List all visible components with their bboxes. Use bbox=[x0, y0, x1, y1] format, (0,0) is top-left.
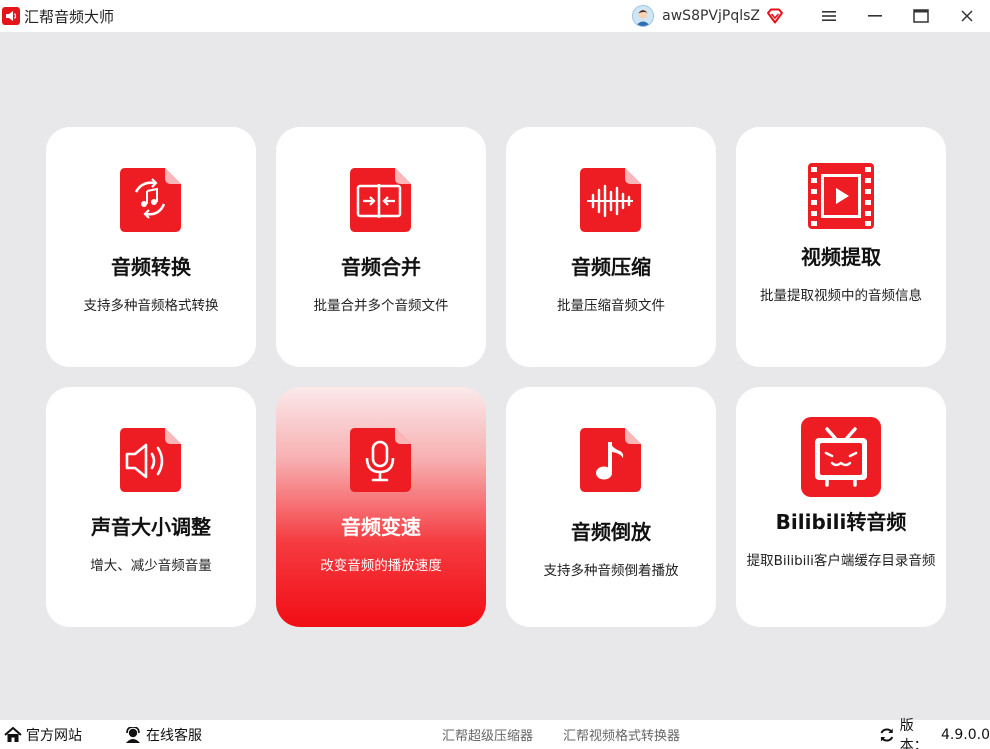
bilibili-tv-icon bbox=[801, 417, 881, 501]
card-description: 提取Bilibili客户端缓存目录音频 bbox=[746, 553, 936, 569]
video-extract-icon bbox=[806, 161, 876, 235]
music-note-icon bbox=[579, 426, 643, 498]
version-label: 版本： bbox=[899, 717, 928, 749]
card-description: 批量合并多个音频文件 bbox=[313, 298, 449, 314]
card-description: 批量压缩音频文件 bbox=[557, 298, 665, 314]
super-compressor-link[interactable]: 汇帮超级压缩器 bbox=[442, 720, 533, 749]
card-description: 改变音频的播放速度 bbox=[320, 558, 442, 574]
card-video-extract[interactable]: 视频提取 批量提取视频中的音频信息 bbox=[736, 127, 946, 367]
microphone-icon bbox=[349, 426, 413, 498]
card-description: 批量提取视频中的音频信息 bbox=[760, 288, 922, 304]
support-agent-icon bbox=[126, 726, 140, 743]
card-title: 音频合并 bbox=[341, 255, 421, 279]
refresh-icon bbox=[880, 727, 894, 742]
card-audio-compress[interactable]: 音频压缩 批量压缩音频文件 bbox=[506, 127, 716, 367]
app-logo-icon bbox=[2, 7, 20, 25]
version-number: 4.9.0.0 bbox=[941, 726, 990, 743]
version-info[interactable]: 版本： 4.9.0.0 bbox=[878, 718, 990, 749]
menu-icon[interactable] bbox=[806, 0, 852, 32]
card-title: 视频提取 bbox=[801, 245, 881, 269]
card-title: 声音大小调整 bbox=[91, 515, 211, 539]
card-audio-reverse[interactable]: 音频倒放 支持多种音频倒着播放 bbox=[506, 387, 716, 627]
card-description: 支持多种音频倒着播放 bbox=[543, 563, 679, 579]
home-icon bbox=[4, 726, 22, 742]
title-bar: 汇帮音频大师 awS8PVjPqlsZ bbox=[0, 0, 990, 32]
audio-merge-icon bbox=[349, 166, 413, 238]
card-audio-merge[interactable]: 音频合并 批量合并多个音频文件 bbox=[276, 127, 486, 367]
user-avatar[interactable] bbox=[632, 5, 655, 27]
card-audio-speed[interactable]: 音频变速 改变音频的播放速度 bbox=[276, 387, 486, 627]
official-website-label: 官方网站 bbox=[26, 727, 82, 744]
video-converter-link[interactable]: 汇帮视频格式转换器 bbox=[563, 720, 680, 749]
volume-icon bbox=[119, 426, 183, 498]
official-website-link[interactable]: 官方网站 bbox=[4, 720, 82, 749]
card-title: 音频压缩 bbox=[571, 255, 651, 279]
username[interactable]: awS8PVjPqlsZ bbox=[662, 8, 760, 24]
card-description: 支持多种音频格式转换 bbox=[83, 298, 219, 314]
card-title: 音频倒放 bbox=[571, 520, 651, 544]
maximize-icon[interactable] bbox=[898, 0, 944, 32]
app-title: 汇帮音频大师 bbox=[24, 7, 115, 26]
card-bilibili-audio[interactable]: Bilibili转音频 提取Bilibili客户端缓存目录音频 bbox=[736, 387, 946, 627]
online-support-link[interactable]: 在线客服 bbox=[124, 720, 202, 749]
close-icon[interactable] bbox=[944, 0, 990, 32]
card-audio-convert[interactable]: 音频转换 支持多种音频格式转换 bbox=[46, 127, 256, 367]
card-title: Bilibili转音频 bbox=[775, 510, 907, 534]
minimize-icon[interactable] bbox=[852, 0, 898, 32]
audio-convert-icon bbox=[119, 166, 183, 238]
card-description: 增大、减少音频音量 bbox=[90, 558, 212, 574]
footer-bar: 官方网站 在线客服 汇帮超级压缩器 汇帮视频格式转换器 版本： 4.9.0.0 bbox=[0, 718, 990, 749]
card-title: 音频变速 bbox=[341, 515, 421, 539]
audio-compress-icon bbox=[579, 166, 643, 238]
online-support-label: 在线客服 bbox=[146, 727, 202, 744]
vip-diamond-icon[interactable] bbox=[766, 8, 784, 24]
card-volume-adjust[interactable]: 声音大小调整 增大、减少音频音量 bbox=[46, 387, 256, 627]
card-title: 音频转换 bbox=[111, 255, 191, 279]
